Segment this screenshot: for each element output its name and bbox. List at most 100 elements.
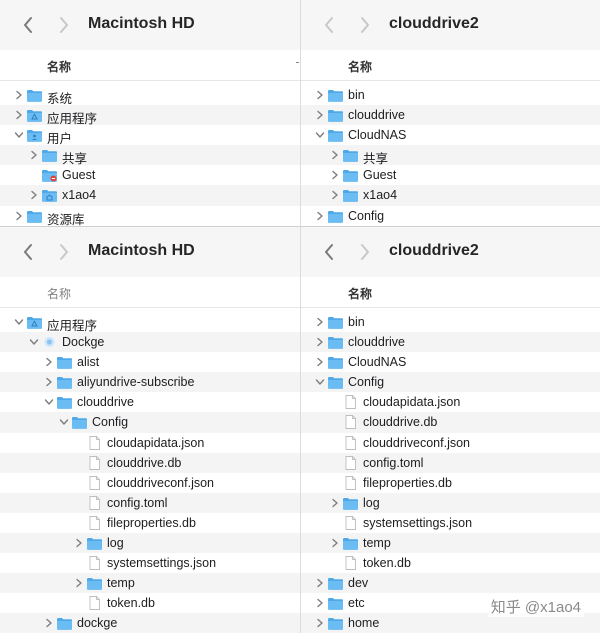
folder-row[interactable]: 资源库: [0, 206, 300, 226]
disclosure-chevron-down-icon[interactable]: [14, 317, 24, 327]
column-header-name[interactable]: 名称: [301, 277, 600, 308]
disclosure-chevron-right-icon[interactable]: [74, 538, 84, 548]
back-button[interactable]: [317, 240, 341, 264]
folder-row[interactable]: Config: [301, 372, 600, 393]
folder-row[interactable]: 共享: [0, 145, 300, 166]
disclosure-chevron-right-icon[interactable]: [14, 90, 24, 100]
folder-row[interactable]: log: [301, 492, 600, 513]
disclosure-chevron-right-icon[interactable]: [330, 498, 340, 508]
folder-row[interactable]: 应用程序: [0, 105, 300, 126]
disclosure-chevron-right-icon[interactable]: [315, 90, 325, 100]
disclosure-chevron-right-icon[interactable]: [315, 211, 325, 221]
disclosure-chevron-down-icon[interactable]: [14, 130, 24, 140]
disclosure-chevron-right-icon[interactable]: [44, 618, 54, 628]
folder-row[interactable]: Config: [0, 412, 300, 433]
disclosure-chevron-right-icon[interactable]: [330, 170, 340, 180]
disclosure-chevron-right-icon[interactable]: [29, 190, 39, 200]
file-row[interactable]: clouddriveconf.json: [0, 473, 300, 493]
disclosure-chevron-right-icon[interactable]: [315, 317, 325, 327]
disclosure-chevron-right-icon[interactable]: [315, 578, 325, 588]
app-icon: [41, 335, 58, 349]
disclosure-chevron-right-icon[interactable]: [74, 578, 84, 588]
disclosure-chevron-right-icon[interactable]: [29, 150, 39, 160]
folder-row[interactable]: 用户: [0, 125, 300, 146]
item-name: temp: [107, 576, 135, 591]
folder-row[interactable]: CloudNAS: [301, 125, 600, 145]
disclosure-chevron-right-icon[interactable]: [330, 150, 340, 160]
disclosure-chevron-down-icon[interactable]: [315, 377, 325, 387]
folder-row[interactable]: clouddrive: [301, 332, 600, 353]
folder-row[interactable]: dockge: [0, 613, 300, 633]
folder-icon: [56, 616, 73, 631]
disclosure-chevron-right-icon[interactable]: [330, 190, 340, 200]
file-row[interactable]: systemsettings.json: [301, 513, 600, 533]
back-button[interactable]: [317, 13, 341, 37]
disclosure-chevron-right-icon[interactable]: [44, 377, 54, 387]
forward-button[interactable]: [353, 240, 377, 264]
disclosure-chevron-down-icon[interactable]: [29, 337, 39, 347]
forward-button[interactable]: [52, 13, 76, 37]
disclosure-chevron-right-icon[interactable]: [315, 337, 325, 347]
back-button[interactable]: [16, 240, 40, 264]
disclosure-chevron-down-icon[interactable]: [59, 417, 69, 427]
folder-row[interactable]: Guest: [301, 165, 600, 185]
folder-row[interactable]: Dockge: [0, 332, 300, 353]
file-row[interactable]: token.db: [301, 553, 600, 573]
folder-row[interactable]: 系统: [0, 85, 300, 106]
folder-row[interactable]: temp: [301, 533, 600, 554]
file-row[interactable]: cloudapidata.json: [301, 392, 600, 412]
disclosure-chevron-right-icon[interactable]: [315, 618, 325, 628]
file-row[interactable]: cloudapidata.json: [0, 433, 300, 453]
item-name: CloudNAS: [348, 355, 407, 370]
file-row[interactable]: config.toml: [0, 492, 300, 513]
home-folder-icon: [41, 188, 58, 203]
folder-row[interactable]: x1ao4: [0, 185, 300, 206]
folder-row[interactable]: clouddrive: [0, 392, 300, 412]
column-header-name[interactable]: 名称: [0, 50, 300, 81]
file-row[interactable]: clouddriveconf.json: [301, 433, 600, 453]
forward-button[interactable]: [353, 13, 377, 37]
disclosure-chevron-right-icon[interactable]: [14, 211, 24, 221]
folder-row[interactable]: aliyundrive-subscribe: [0, 372, 300, 393]
folder-row[interactable]: Guest: [0, 165, 300, 185]
forward-button[interactable]: [52, 240, 76, 264]
disclosure-chevron-right-icon[interactable]: [315, 110, 325, 120]
folder-row[interactable]: CloudNAS: [301, 352, 600, 372]
disclosure-chevron-right-icon[interactable]: [315, 357, 325, 367]
file-row[interactable]: config.toml: [301, 452, 600, 473]
item-name: aliyundrive-subscribe: [77, 375, 195, 390]
file-row[interactable]: token.db: [0, 593, 300, 613]
folder-row[interactable]: bin: [301, 312, 600, 332]
finder-pane-bottom-right: clouddrive2 名称 bin clouddrive CloudNAS Conf…: [300, 227, 600, 633]
folder-row[interactable]: 共享: [301, 145, 600, 166]
folder-row[interactable]: dev: [301, 573, 600, 594]
disclosure-chevron-right-icon[interactable]: [330, 538, 340, 548]
folder-row[interactable]: bin: [301, 85, 600, 105]
column-header-name[interactable]: 名称: [0, 277, 300, 308]
back-button[interactable]: [16, 13, 40, 37]
file-row[interactable]: clouddrive.db: [0, 452, 300, 473]
folder-row[interactable]: temp: [0, 573, 300, 594]
item-name: x1ao4: [363, 188, 398, 203]
column-resize-handle[interactable]: [296, 62, 299, 63]
file-row[interactable]: fileproperties.db: [0, 513, 300, 533]
folder-row[interactable]: alist: [0, 352, 300, 372]
disclosure-chevron-right-icon[interactable]: [14, 110, 24, 120]
item-name: clouddriveconf.json: [363, 435, 471, 450]
disclosure-chevron-down-icon[interactable]: [44, 397, 54, 407]
folder-row[interactable]: Config: [301, 206, 600, 226]
file-row[interactable]: fileproperties.db: [301, 473, 600, 493]
disclosure-chevron-down-icon[interactable]: [315, 130, 325, 140]
file-row[interactable]: clouddrive.db: [301, 412, 600, 433]
file-row[interactable]: systemsettings.json: [0, 553, 300, 573]
column-header-label: 名称: [47, 60, 72, 74]
file-icon: [86, 475, 103, 490]
folder-row[interactable]: 应用程序: [0, 312, 300, 333]
folder-row[interactable]: x1ao4: [301, 185, 600, 206]
item-name: etc: [348, 596, 365, 611]
disclosure-chevron-right-icon[interactable]: [44, 357, 54, 367]
disclosure-chevron-right-icon[interactable]: [315, 598, 325, 608]
folder-row[interactable]: clouddrive: [301, 105, 600, 126]
folder-row[interactable]: log: [0, 533, 300, 554]
column-header-name[interactable]: 名称: [301, 50, 600, 81]
